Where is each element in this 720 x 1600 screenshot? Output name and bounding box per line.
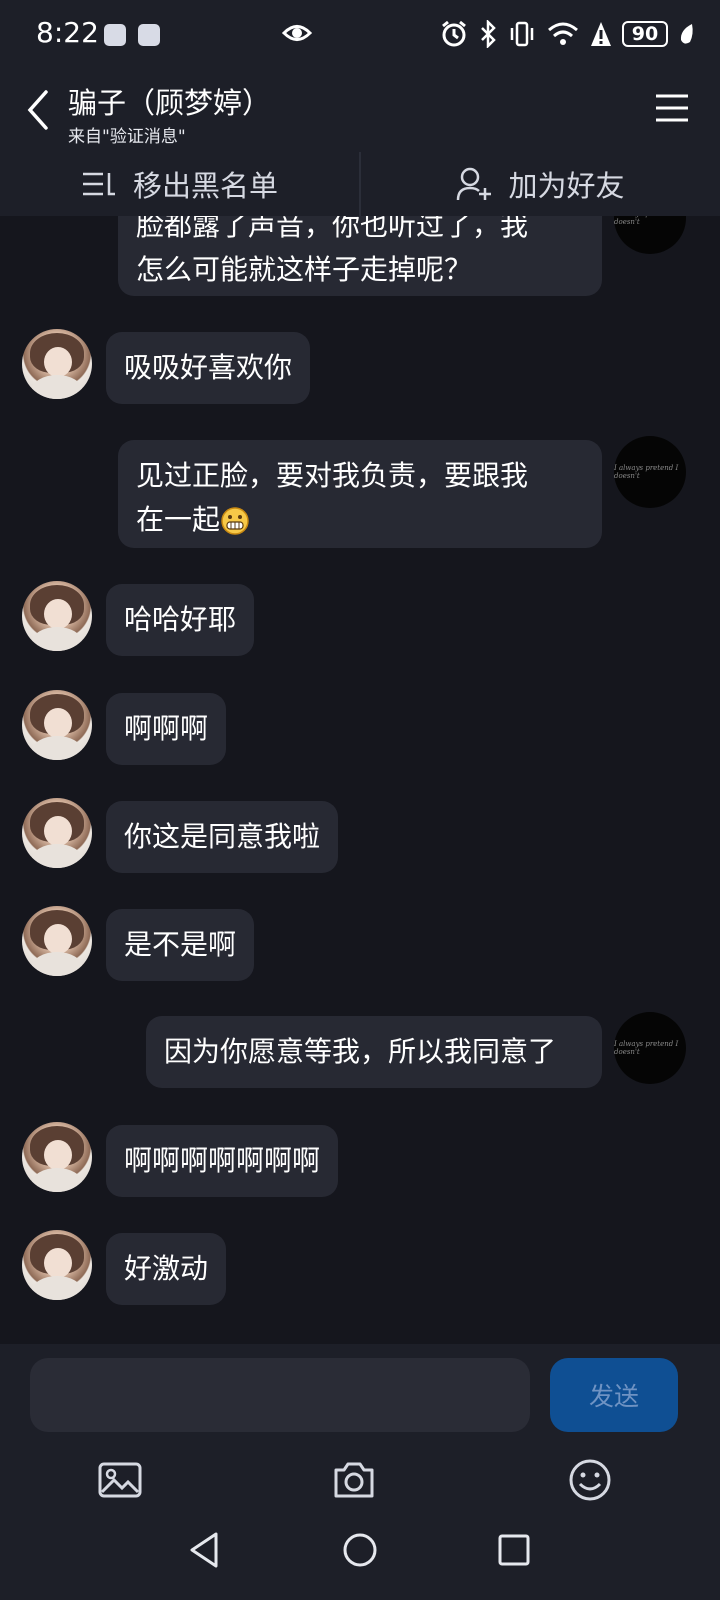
message-bubble-received[interactable]: 你这是同意我啦 — [106, 801, 339, 873]
chat-title: 骗子（顾梦婷） — [68, 86, 272, 120]
my-avatar[interactable]: I always pretend I doesn't — [614, 216, 686, 254]
contact-avatar[interactable] — [22, 690, 92, 760]
nav-back-icon[interactable] — [186, 1530, 226, 1570]
alarm-icon — [442, 20, 466, 47]
send-button[interactable]: 发送 — [550, 1358, 678, 1432]
eye-icon — [282, 25, 312, 41]
message-input[interactable] — [30, 1358, 530, 1432]
remove-blacklist-button[interactable]: 移出黑名单 — [0, 152, 359, 216]
menu-icon[interactable] — [654, 92, 690, 124]
remove-blacklist-label: 移出黑名单 — [132, 169, 278, 203]
chat-subtitle: 来自"验证消息" — [68, 127, 186, 147]
contact-avatar[interactable] — [22, 329, 92, 399]
add-friend-button[interactable]: 加为好友 — [361, 152, 720, 216]
contact-avatar[interactable] — [22, 581, 92, 651]
back-icon[interactable] — [22, 86, 58, 134]
contact-avatar[interactable] — [22, 1230, 92, 1300]
status-icons: 90 — [440, 20, 668, 48]
leaf-icon — [680, 24, 693, 44]
nav-home-icon[interactable] — [340, 1530, 380, 1570]
contact-avatar[interactable] — [22, 1122, 92, 1192]
message-bubble-received[interactable]: 啊啊啊啊啊啊啊 — [106, 1125, 339, 1197]
contact-avatar[interactable] — [22, 798, 92, 868]
message-text: 见过正脸，要对我负责，要跟我 在一起 — [136, 459, 529, 536]
notification-icon — [138, 24, 160, 46]
add-user-icon — [457, 167, 492, 201]
input-area: 发送 — [0, 1344, 720, 1600]
my-avatar[interactable]: I always pretend I doesn't — [614, 1012, 686, 1084]
action-bar: 移出黑名单 加为好友 — [0, 152, 720, 216]
nav-recents-icon[interactable] — [494, 1530, 534, 1570]
my-avatar[interactable]: I always pretend I doesn't — [614, 436, 686, 508]
message-bubble-sent[interactable]: 见过正脸，要对我负责，要跟我 在一起 — [118, 440, 602, 548]
message-bubble-received[interactable]: 啊啊啊 — [106, 693, 227, 765]
contact-avatar[interactable] — [22, 906, 92, 976]
message-bubble-received[interactable]: 好激动 — [106, 1233, 227, 1305]
notification-icon — [104, 24, 126, 46]
status-time: 8:22 — [36, 16, 99, 49]
alert-icon — [591, 22, 611, 46]
message-bubble-sent[interactable]: 因为你愿意等我，所以我同意了 — [146, 1016, 602, 1088]
image-icon[interactable] — [96, 1456, 144, 1504]
message-bubble-received[interactable]: 哈哈好耶 — [106, 584, 255, 656]
message-bubble-received[interactable]: 吸吸好喜欢你 — [106, 332, 311, 404]
message-bubble-sent[interactable]: 脸都露了声音，你也听过了，我 怎么可能就这样子走掉呢？ — [118, 216, 602, 296]
chat-header: 骗子（顾梦婷） 来自"验证消息" — [0, 70, 720, 152]
message-bubble-received[interactable]: 是不是啊 — [106, 909, 255, 981]
grin-emoji-icon — [221, 507, 249, 535]
status-bar: 8:22 90 — [0, 0, 720, 70]
add-friend-label: 加为好友 — [508, 169, 625, 203]
list-remove-icon — [82, 172, 115, 196]
wifi-icon — [548, 22, 578, 45]
camera-icon[interactable] — [330, 1456, 378, 1504]
message-list[interactable]: I always pretend I doesn't 脸都露了声音，你也听过了，… — [0, 216, 720, 1344]
battery-indicator: 90 — [622, 21, 668, 47]
emoji-icon[interactable] — [566, 1456, 614, 1504]
bluetooth-icon — [481, 20, 496, 48]
vibrate-icon — [510, 21, 534, 47]
